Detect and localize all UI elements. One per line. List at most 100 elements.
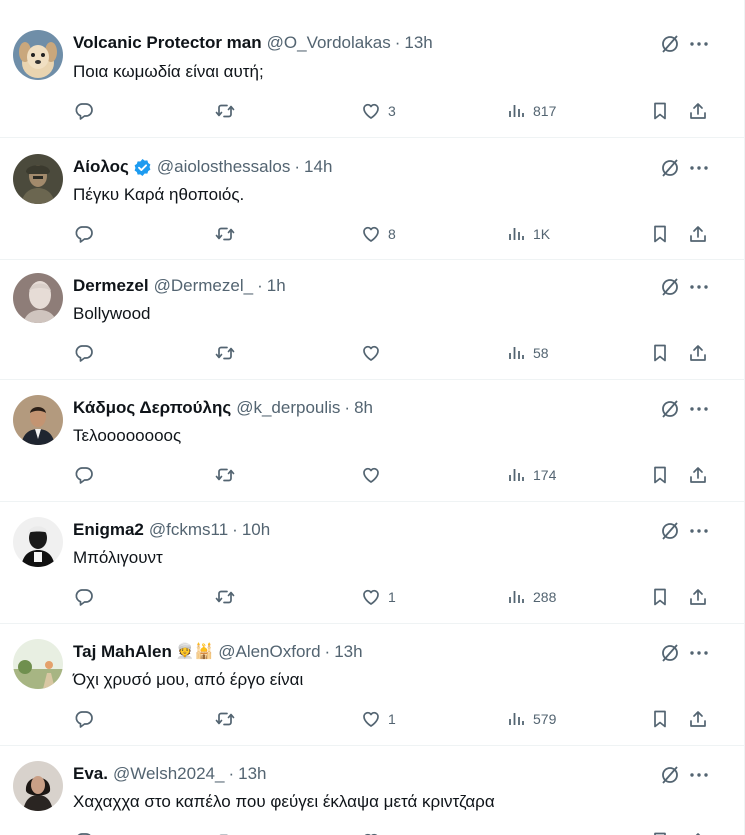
silhouette-avatar-image (13, 517, 63, 567)
share-button[interactable] (688, 98, 708, 124)
like-button[interactable] (361, 828, 388, 835)
like-button[interactable]: 1 (361, 706, 396, 732)
retweet-button[interactable] (215, 584, 235, 610)
reply-tweet[interactable]: Taj MahAlen 👳🕌 @AlenOxford · 13h Όχι χρυ… (0, 624, 745, 746)
share-icon (690, 711, 706, 727)
timestamp[interactable]: 13h (404, 32, 432, 54)
share-button[interactable] (688, 340, 708, 366)
more-options-icon[interactable] (688, 277, 710, 297)
retweet-button[interactable] (215, 706, 235, 732)
grok-icon[interactable] (660, 643, 680, 663)
reply-tweet[interactable]: Κάδμος Δερπούλης @k_derpoulis · 8h Τελοο… (0, 380, 745, 502)
bookmark-button[interactable] (650, 706, 670, 732)
avatar[interactable] (13, 395, 63, 445)
like-button[interactable] (361, 340, 388, 366)
user-handle[interactable]: @AlenOxford (218, 641, 320, 663)
more-options-icon[interactable] (688, 399, 710, 419)
more-options-icon[interactable] (688, 158, 710, 178)
timestamp[interactable]: 14h (304, 156, 332, 178)
avatar[interactable] (13, 761, 63, 811)
avatar[interactable] (13, 517, 63, 567)
share-button[interactable] (688, 584, 708, 610)
views-button[interactable]: 1K (506, 221, 550, 247)
retweet-button[interactable] (215, 462, 235, 488)
timestamp[interactable]: 1h (267, 275, 286, 297)
timestamp[interactable]: 8h (354, 397, 373, 419)
display-name[interactable]: Enigma2 (73, 519, 144, 541)
views-button[interactable] (506, 828, 533, 835)
user-handle[interactable]: @O_Vordolakas (267, 32, 391, 54)
user-handle[interactable]: @k_derpoulis (236, 397, 340, 419)
share-button[interactable] (688, 828, 708, 835)
like-button[interactable]: 1 (361, 584, 396, 610)
grok-icon[interactable] (660, 521, 680, 541)
retweet-button[interactable] (215, 221, 235, 247)
reply-button[interactable] (74, 340, 94, 366)
reply-tweet[interactable]: Enigma2 @fckms11 · 10h Μπόλιγουντ 1 288 (0, 502, 745, 624)
separator-dot: · (232, 520, 238, 539)
display-name[interactable]: Dermezel (73, 275, 149, 297)
grok-icon[interactable] (660, 399, 680, 419)
reply-button[interactable] (74, 828, 94, 835)
avatar[interactable] (13, 30, 63, 80)
share-button[interactable] (688, 706, 708, 732)
more-options-icon[interactable] (688, 765, 710, 785)
reply-button[interactable] (74, 584, 94, 610)
reply-button[interactable] (74, 221, 94, 247)
timestamp[interactable]: 13h (238, 763, 266, 785)
more-options-icon[interactable] (688, 34, 710, 54)
views-button[interactable]: 58 (506, 340, 549, 366)
like-button[interactable]: 3 (361, 98, 396, 124)
avatar[interactable] (13, 639, 63, 689)
view-count: 58 (533, 345, 549, 361)
like-button[interactable] (361, 462, 388, 488)
bookmark-button[interactable] (650, 340, 670, 366)
avatar[interactable] (13, 154, 63, 204)
reply-icon (75, 103, 93, 120)
bookmark-icon (654, 832, 666, 835)
bookmark-button[interactable] (650, 828, 670, 835)
views-button[interactable]: 817 (506, 98, 556, 124)
user-handle[interactable]: @aiolosthessalos (157, 156, 291, 178)
more-options-icon[interactable] (688, 643, 710, 663)
bookmark-icon (654, 102, 666, 120)
reply-button[interactable] (74, 462, 94, 488)
grok-icon[interactable] (660, 34, 680, 54)
views-button[interactable]: 174 (506, 462, 556, 488)
display-name[interactable]: Αίολος (73, 156, 129, 178)
reply-button[interactable] (74, 706, 94, 732)
display-name[interactable]: Κάδμος Δερπούλης (73, 397, 231, 419)
user-handle[interactable]: @Welsh2024_ (113, 763, 224, 785)
reply-button[interactable] (74, 98, 94, 124)
reply-tweet[interactable]: Eva. @Welsh2024_ · 13h Χαχαχχα στο καπέλ… (0, 746, 745, 835)
display-name[interactable]: Eva. (73, 763, 108, 785)
share-icon (690, 103, 706, 119)
grok-icon[interactable] (660, 158, 680, 178)
bookmark-button[interactable] (650, 221, 670, 247)
user-handle[interactable]: @fckms11 (149, 519, 228, 541)
bookmark-button[interactable] (650, 584, 670, 610)
timestamp[interactable]: 10h (242, 519, 270, 541)
avatar[interactable] (13, 273, 63, 323)
bookmark-button[interactable] (650, 98, 670, 124)
share-button[interactable] (688, 462, 708, 488)
retweet-button[interactable] (215, 98, 235, 124)
display-name[interactable]: Volcanic Protector man (73, 32, 262, 54)
bookmark-button[interactable] (650, 462, 670, 488)
more-options-icon[interactable] (688, 521, 710, 541)
views-button[interactable]: 288 (506, 584, 556, 610)
like-button[interactable]: 8 (361, 221, 396, 247)
reply-tweet[interactable]: Dermezel @Dermezel_ · 1h Bollywood 58 (0, 260, 745, 380)
timestamp[interactable]: 13h (334, 641, 362, 663)
share-button[interactable] (688, 221, 708, 247)
display-name[interactable]: Taj MahAlen (73, 641, 172, 663)
user-handle[interactable]: @Dermezel_ (154, 275, 253, 297)
heart-icon (363, 467, 379, 483)
reply-tweet[interactable]: Volcanic Protector man @O_Vordolakas · 1… (0, 0, 745, 138)
grok-icon[interactable] (660, 765, 680, 785)
grok-icon[interactable] (660, 277, 680, 297)
reply-tweet[interactable]: Αίολος @aiolosthessalos · 14h Πέγκυ Καρά… (0, 138, 745, 260)
retweet-button[interactable] (215, 828, 235, 835)
retweet-button[interactable] (215, 340, 235, 366)
views-button[interactable]: 579 (506, 706, 556, 732)
